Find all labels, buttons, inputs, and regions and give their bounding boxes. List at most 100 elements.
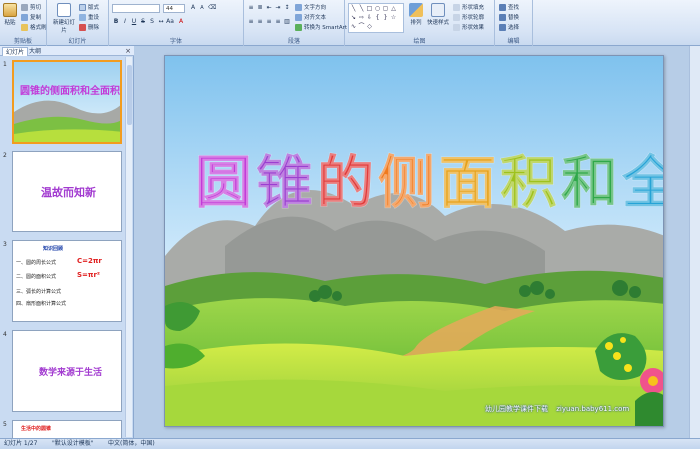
new-slide-button[interactable]: 新建幻灯片 <box>53 3 75 34</box>
line-spacing-button[interactable]: ↕ <box>283 4 291 12</box>
reset-button[interactable]: 重设 <box>79 13 99 21</box>
line-shape-icon[interactable]: ╲ <box>358 5 365 12</box>
tab-outline[interactable]: 大纲 <box>26 47 44 56</box>
arrange-icon <box>409 3 423 17</box>
slide-background <box>165 56 663 426</box>
shape-outline-button[interactable]: 形状轮廓 <box>453 13 484 21</box>
shrink-font-button[interactable]: A <box>198 4 206 12</box>
italic-button[interactable]: I <box>121 18 129 26</box>
scrollbar-thumb[interactable] <box>127 65 132 125</box>
curve-shape-icon[interactable]: ⌒ <box>358 23 365 30</box>
slide-thumbnail-1[interactable]: 圆锥的侧面积和全面积 <box>12 60 122 144</box>
paragraph-label: 段落 <box>287 38 300 45</box>
arrow-shape-icon[interactable]: ⇩ <box>366 14 373 21</box>
text-direction-button[interactable]: 文字方向 <box>295 3 326 11</box>
font-name-combo[interactable] <box>112 4 160 13</box>
reset-icon <box>79 13 86 21</box>
thumbnail-number: 3 <box>3 241 7 248</box>
panel-scrollbar[interactable] <box>125 57 132 437</box>
arrow-shape-icon[interactable]: ⇨ <box>358 14 365 21</box>
replace-icon <box>499 13 506 21</box>
close-icon[interactable]: × <box>125 47 131 55</box>
slide-title[interactable]: 圆锥的侧面积和全面积 <box>195 148 664 218</box>
replace-button[interactable]: 替换 <box>499 13 519 21</box>
binoculars-icon <box>499 3 506 11</box>
rectangle-shape-icon[interactable]: □ <box>366 5 373 12</box>
callout-shape-icon[interactable]: ◇ <box>366 23 373 30</box>
slide-canvas[interactable]: 圆锥的侧面积和全面积 幼儿园教学课件下载 ziyuan.baby611.com <box>164 55 664 427</box>
triangle-shape-icon[interactable]: △ <box>390 5 397 12</box>
bold-button[interactable]: B <box>112 18 120 26</box>
justify-button[interactable]: ≡ <box>274 18 282 26</box>
star-shape-icon[interactable]: ☆ <box>390 14 397 21</box>
editing-label: 编辑 <box>507 38 520 45</box>
numbering-button[interactable]: ≣ <box>256 4 264 12</box>
thumbnail-line: 二、圆的面积公式 <box>16 274 57 280</box>
select-button[interactable]: 选择 <box>499 23 519 31</box>
language-indicator[interactable]: 中文(简体，中国) <box>108 439 155 449</box>
grow-font-button[interactable]: A <box>189 4 197 12</box>
title-char: 锥 <box>256 149 317 217</box>
shadow-button[interactable]: S <box>148 18 156 26</box>
thumbnail-formula: C=2πr <box>77 257 102 265</box>
font-size-combo[interactable]: 44 <box>163 4 185 13</box>
slides-group: 新建幻灯片 版式 重设 删除 幻灯片 <box>47 0 109 46</box>
editing-group: 查找 替换 选择 编辑 <box>495 0 533 46</box>
copy-icon <box>21 13 28 21</box>
copy-button[interactable]: 复制 <box>21 13 41 21</box>
brush-icon <box>21 23 28 31</box>
thumbnail-line: 三、弧长的计算公式 <box>16 289 62 295</box>
align-text-button[interactable]: 对齐文本 <box>295 13 326 21</box>
arrow-shape-icon[interactable]: ↘ <box>350 14 357 21</box>
slide-thumbnail-5[interactable]: 生活中的圆锥 <box>12 420 122 438</box>
format-painter-button[interactable]: 格式刷 <box>21 23 47 31</box>
quick-styles-button[interactable]: 快速样式 <box>427 3 449 26</box>
delete-button[interactable]: 删除 <box>79 23 99 31</box>
case-button[interactable]: Aa <box>166 18 174 26</box>
columns-button[interactable]: ▥ <box>283 18 291 26</box>
new-slide-icon <box>57 3 71 17</box>
align-center-button[interactable]: ≡ <box>256 18 264 26</box>
panel-tabs: 幻灯片 大纲 × <box>0 46 134 56</box>
layout-icon <box>79 3 86 11</box>
decrease-indent-button[interactable]: ⇤ <box>265 4 273 12</box>
underline-button[interactable]: U <box>130 18 138 26</box>
title-char: 和 <box>561 149 622 217</box>
footer-text: 幼儿园教学课件下载 <box>485 405 548 413</box>
tab-slides[interactable]: 幻灯片 <box>2 47 29 56</box>
strikethrough-button[interactable]: S <box>139 18 147 26</box>
thumbnail-line: 四、扇形面积计算公式 <box>16 301 67 307</box>
slide-thumbnail-4[interactable]: 数学来源于生活 <box>12 330 122 412</box>
cut-button[interactable]: 剪切 <box>21 3 41 11</box>
slide-thumbnail-3[interactable]: 知识回顾 一、圆的周长公式 C=2πr 二、圆的面积公式 S=πr² 三、弧长的… <box>12 240 122 322</box>
shape-fill-button[interactable]: 形状填充 <box>453 3 484 11</box>
smartart-button[interactable]: 转换为 SmartArt <box>295 23 347 31</box>
thumbnail-formula: S=πr² <box>77 271 100 279</box>
paste-button[interactable]: 粘贴 <box>2 3 18 26</box>
oval-shape-icon[interactable]: ○ <box>374 5 381 12</box>
thumbnail-title: 生活中的圆锥 <box>21 426 52 432</box>
layout-button[interactable]: 版式 <box>79 3 99 11</box>
bullets-button[interactable]: ≡ <box>247 4 255 12</box>
line-shape-icon[interactable]: ╲ <box>350 5 357 12</box>
shape-effects-button[interactable]: 形状效果 <box>453 23 484 31</box>
clear-format-button[interactable]: ⌫ <box>208 4 216 12</box>
curve-shape-icon[interactable]: ∿ <box>350 23 357 30</box>
title-char: 的 <box>317 149 378 217</box>
spacing-button[interactable]: ↔ <box>157 18 165 26</box>
rounded-rect-shape-icon[interactable]: ▢ <box>382 5 389 12</box>
brace-shape-icon[interactable]: { <box>374 14 381 21</box>
align-right-button[interactable]: ≡ <box>265 18 273 26</box>
brace-shape-icon[interactable]: } <box>382 14 389 21</box>
shapes-gallery[interactable]: ╲ ╲ □ ○ ▢ △ ↘ ⇨ ⇩ { } ☆ ∿ ⌒ ◇ <box>348 3 404 33</box>
align-left-button[interactable]: ≡ <box>247 18 255 26</box>
find-button[interactable]: 查找 <box>499 3 519 11</box>
increase-indent-button[interactable]: ⇥ <box>274 4 282 12</box>
arrange-button[interactable]: 排列 <box>408 3 424 26</box>
drawing-label: 绘图 <box>413 38 426 45</box>
vertical-scrollbar[interactable] <box>689 46 700 438</box>
slide-thumbnail-2[interactable]: 温故而知新 <box>12 151 122 232</box>
clipboard-group: 粘贴 剪切 复制 格式刷 剪贴板 <box>0 0 47 46</box>
drawing-group: ╲ ╲ □ ○ ▢ △ ↘ ⇨ ⇩ { } ☆ ∿ ⌒ ◇ 排列 快速样式 形状… <box>345 0 495 46</box>
font-color-button[interactable]: A <box>177 18 185 26</box>
